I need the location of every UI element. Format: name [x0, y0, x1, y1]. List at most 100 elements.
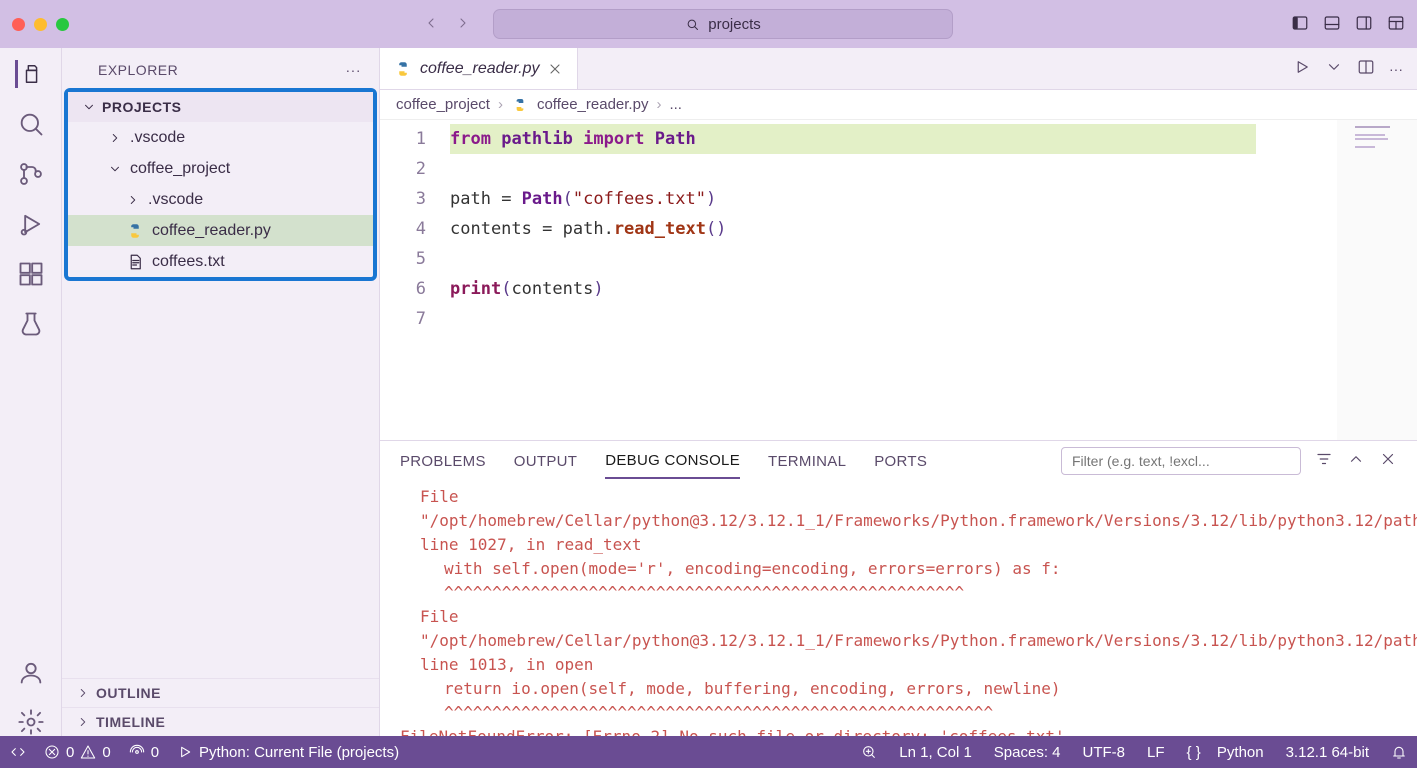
- radio-icon: [129, 744, 145, 760]
- tree-row[interactable]: coffees.txt: [68, 246, 373, 277]
- panel-bottom-icon[interactable]: [1323, 14, 1341, 35]
- tree-root[interactable]: PROJECTS: [68, 92, 373, 122]
- debug-icon: [177, 744, 193, 760]
- nav-arrows: [423, 15, 471, 34]
- main: EXPLORER ··· PROJECTS .vscode coffee_proj…: [0, 48, 1417, 736]
- tab-output[interactable]: OUTPUT: [514, 445, 577, 478]
- problems-count[interactable]: 0 0: [44, 744, 111, 761]
- timeline-section[interactable]: TIMELINE: [62, 707, 379, 736]
- line-gutter: 1234567: [380, 120, 440, 440]
- bottom-panel: PROBLEMS OUTPUT DEBUG CONSOLE TERMINAL P…: [380, 440, 1417, 736]
- titlebar-right: [1291, 14, 1405, 35]
- search-icon[interactable]: [17, 110, 45, 138]
- close-window-button[interactable]: [12, 18, 25, 31]
- tab-filename: coffee_reader.py: [420, 60, 539, 78]
- breadcrumb-trail[interactable]: ...: [669, 96, 682, 113]
- warning-icon: [80, 744, 96, 760]
- window-controls: [12, 18, 69, 31]
- error-icon: [44, 744, 60, 760]
- tab-coffee-reader[interactable]: coffee_reader.py: [380, 48, 578, 89]
- panel-tabs: PROBLEMS OUTPUT DEBUG CONSOLE TERMINAL P…: [380, 441, 1417, 481]
- maximize-window-button[interactable]: [56, 18, 69, 31]
- tree-row[interactable]: .vscode: [68, 122, 373, 153]
- split-editor-icon[interactable]: [1357, 58, 1375, 79]
- chevron-right-icon: [76, 686, 90, 700]
- chevron-right-icon: [108, 131, 122, 145]
- chevron-down-icon: [108, 162, 122, 176]
- language-mode[interactable]: { } Python: [1187, 744, 1264, 761]
- breadcrumbs[interactable]: coffee_project › coffee_reader.py › ...: [380, 90, 1417, 120]
- source-control-icon[interactable]: [17, 160, 45, 188]
- titlebar: projects: [0, 0, 1417, 48]
- debug-launch-config[interactable]: Python: Current File (projects): [177, 744, 399, 761]
- search-text: projects: [708, 16, 761, 33]
- remote-icon[interactable]: [10, 744, 26, 760]
- cursor-position[interactable]: Ln 1, Col 1: [899, 744, 972, 761]
- tree-row[interactable]: coffee_project: [68, 153, 373, 184]
- layout-icon[interactable]: [1387, 14, 1405, 35]
- account-icon[interactable]: [17, 658, 45, 686]
- sidebar-header: EXPLORER ···: [62, 48, 379, 88]
- run-debug-icon[interactable]: [17, 210, 45, 238]
- outline-label: OUTLINE: [96, 685, 161, 701]
- statusbar: 0 0 0 Python: Current File (projects) Ln…: [0, 736, 1417, 768]
- zoom-icon[interactable]: [861, 744, 877, 760]
- testing-icon[interactable]: [17, 310, 45, 338]
- panel-right-icon[interactable]: [1355, 14, 1373, 35]
- minimize-window-button[interactable]: [34, 18, 47, 31]
- chevron-right-icon: [126, 193, 140, 207]
- sidebar: EXPLORER ··· PROJECTS .vscode coffee_proj…: [62, 48, 380, 736]
- run-icon[interactable]: [1293, 58, 1311, 79]
- encoding[interactable]: UTF-8: [1083, 744, 1126, 761]
- tree-item-label: .vscode: [148, 191, 203, 209]
- file-tree: .vscode coffee_project .vscode coffee_reade…: [68, 122, 373, 277]
- notifications-icon[interactable]: [1391, 744, 1407, 760]
- close-tab-icon[interactable]: [547, 61, 563, 77]
- command-center[interactable]: projects: [493, 9, 953, 39]
- python-file-icon: [126, 222, 144, 240]
- debug-console-output[interactable]: File "/opt/homebrew/Cellar/python@3.12/3…: [380, 481, 1417, 736]
- tree-item-label: .vscode: [130, 129, 185, 147]
- tree-item-label: coffees.txt: [152, 253, 225, 271]
- ports-count[interactable]: 0: [129, 744, 159, 761]
- nav-back-icon[interactable]: [423, 15, 439, 34]
- indentation[interactable]: Spaces: 4: [994, 744, 1061, 761]
- explorer-icon[interactable]: [15, 60, 43, 88]
- filter-settings-icon[interactable]: [1315, 450, 1333, 472]
- tab-terminal[interactable]: TERMINAL: [768, 445, 846, 478]
- panel-collapse-icon[interactable]: [1347, 450, 1365, 472]
- panel-filter-input[interactable]: [1061, 447, 1301, 475]
- tab-debug-console[interactable]: DEBUG CONSOLE: [605, 444, 740, 479]
- tree-row[interactable]: .vscode: [68, 184, 373, 215]
- panel-close-icon[interactable]: [1379, 450, 1397, 472]
- editor-more-icon[interactable]: ···: [1389, 61, 1403, 77]
- sidebar-title: EXPLORER: [98, 62, 178, 78]
- breadcrumb-file[interactable]: coffee_reader.py: [537, 96, 648, 113]
- console-line: File "/opt/homebrew/Cellar/python@3.12/3…: [400, 605, 1397, 677]
- tree-row[interactable]: coffee_reader.py: [68, 215, 373, 246]
- run-dropdown-icon[interactable]: [1325, 58, 1343, 79]
- sidebar-more-icon[interactable]: ···: [346, 62, 362, 78]
- nav-forward-icon[interactable]: [455, 15, 471, 34]
- chevron-down-icon: [82, 100, 96, 114]
- minimap[interactable]: [1337, 120, 1417, 440]
- activity-bar: [0, 48, 62, 736]
- console-line: with self.open(mode='r', encoding=encodi…: [400, 557, 1397, 581]
- python-file-icon: [394, 60, 412, 78]
- breadcrumb-folder[interactable]: coffee_project: [396, 96, 490, 113]
- tab-ports[interactable]: PORTS: [874, 445, 927, 478]
- code-editor[interactable]: from pathlib import Path path = Path("co…: [440, 120, 1337, 440]
- tree-item-label: coffee_project: [130, 160, 230, 178]
- panel-left-icon[interactable]: [1291, 14, 1309, 35]
- outline-section[interactable]: OUTLINE: [62, 678, 379, 707]
- extensions-icon[interactable]: [17, 260, 45, 288]
- tab-problems[interactable]: PROBLEMS: [400, 445, 486, 478]
- console-line: FileNotFoundError: [Errno 2] No such fil…: [400, 725, 1397, 736]
- eol[interactable]: LF: [1147, 744, 1165, 761]
- settings-gear-icon[interactable]: [17, 708, 45, 736]
- python-interpreter[interactable]: 3.12.1 64-bit: [1286, 744, 1369, 761]
- chevron-right-icon: [76, 715, 90, 729]
- breadcrumb-sep-icon: ›: [656, 96, 661, 113]
- console-line: ^^^^^^^^^^^^^^^^^^^^^^^^^^^^^^^^^^^^^^^^…: [400, 581, 1397, 605]
- python-file-icon: [511, 96, 529, 114]
